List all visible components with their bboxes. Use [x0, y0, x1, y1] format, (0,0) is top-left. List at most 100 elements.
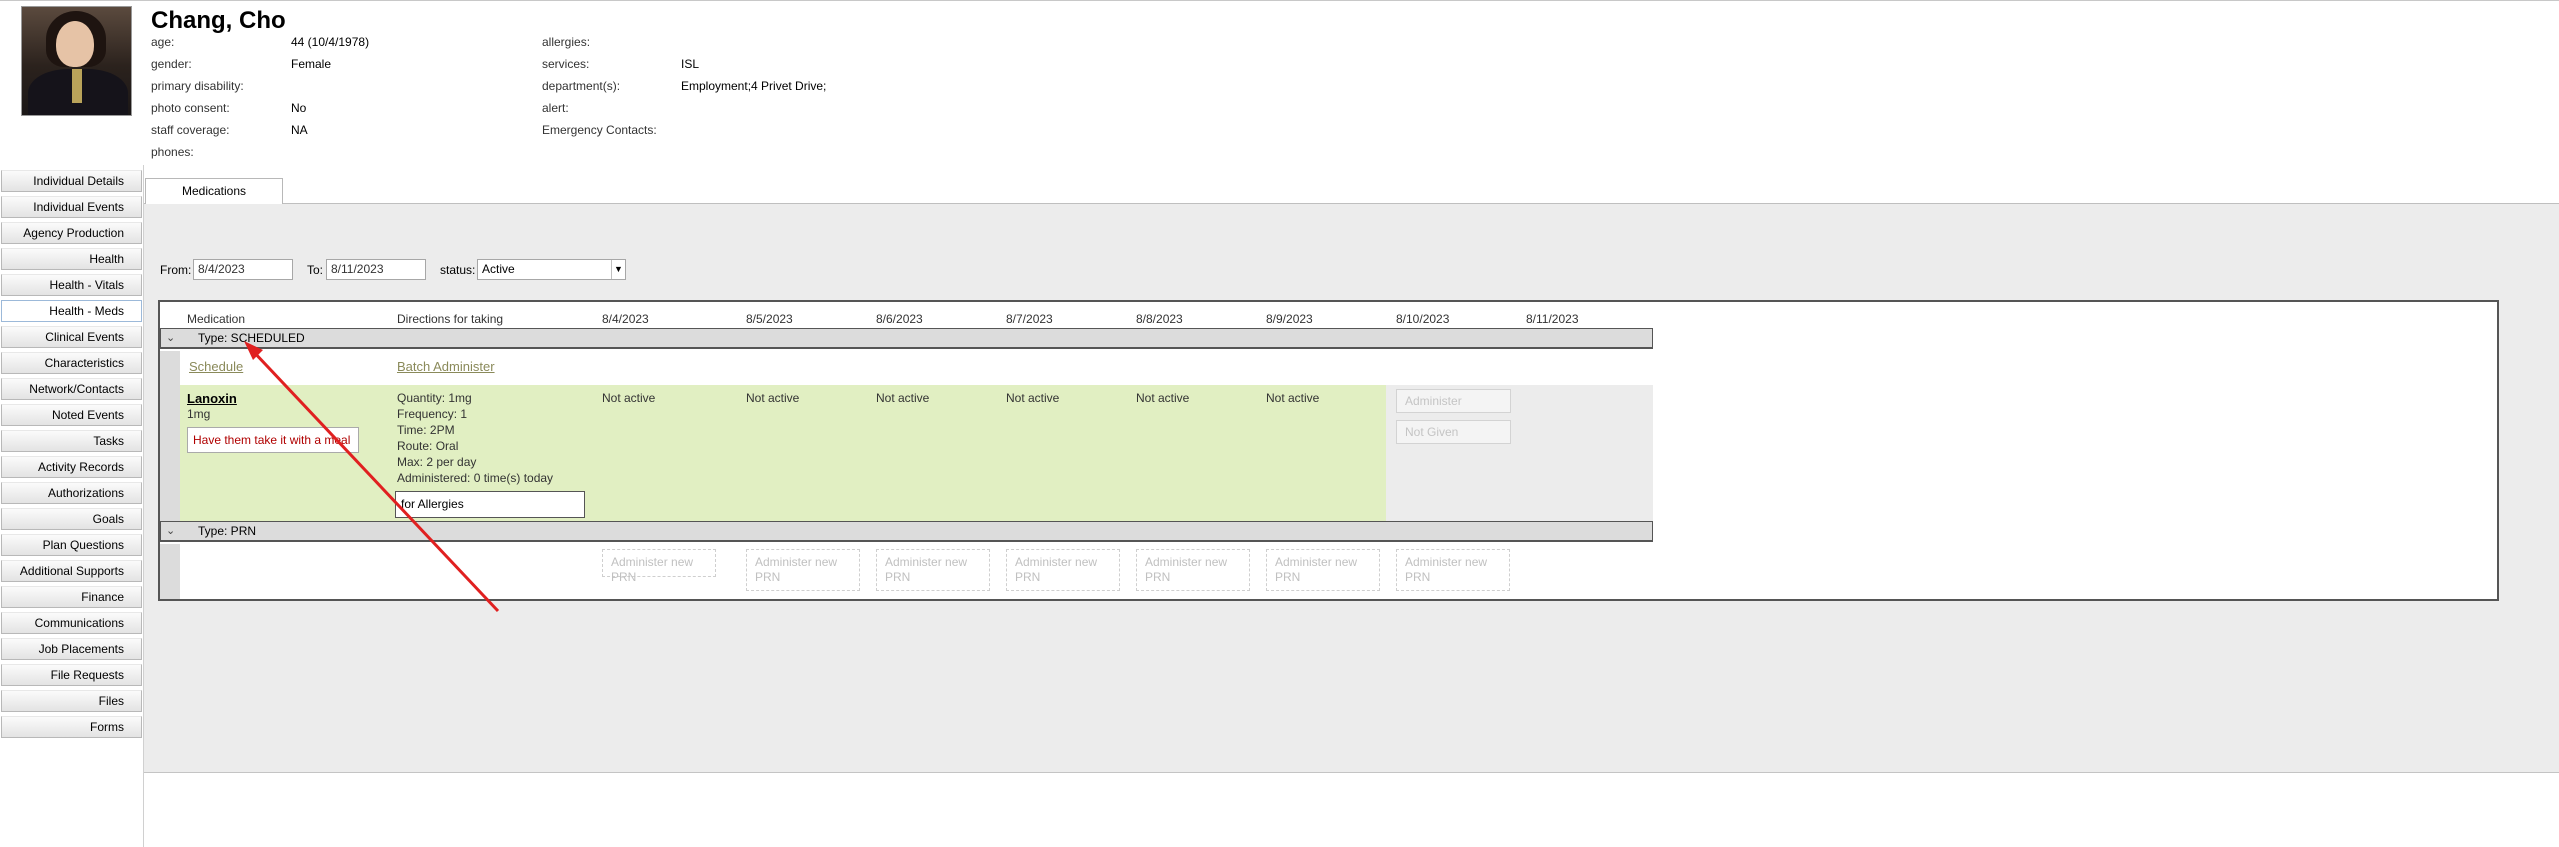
group-prn-label: Type: PRN: [198, 524, 257, 538]
gender-label: gender:: [151, 57, 192, 71]
administer-new-prn-button[interactable]: Administer new PRN: [1266, 549, 1380, 591]
col-date: 8/4/2023: [602, 312, 649, 326]
group-gutter: [160, 351, 180, 521]
main-content: Medications From: 8/4/2023 To: 8/11/2023…: [143, 165, 2559, 847]
medication-dose: 1mg: [187, 407, 211, 421]
patient-name: Chang, Cho: [151, 7, 286, 34]
administer-new-prn-button[interactable]: Administer new PRN: [746, 549, 860, 591]
nav-goals[interactable]: Goals: [1, 508, 142, 530]
administer-button[interactable]: Administer: [1396, 389, 1511, 413]
group-scheduled-label: Type: SCHEDULED: [198, 331, 305, 345]
nav-additional-supports[interactable]: Additional Supports: [1, 560, 142, 582]
direction-time: Time: 2PM: [397, 423, 455, 437]
col-medication: Medication: [187, 312, 246, 326]
nav-tasks[interactable]: Tasks: [1, 430, 142, 452]
age-label: age:: [151, 35, 175, 49]
chevron-down-icon[interactable]: ⌄: [166, 522, 175, 541]
status-select[interactable]: Active ▼: [477, 259, 626, 280]
departments-value: Employment;4 Privet Drive;: [681, 79, 827, 93]
nav-noted-events[interactable]: Noted Events: [1, 404, 142, 426]
col-directions: Directions for taking: [397, 312, 504, 326]
photo-consent-label: photo consent:: [151, 101, 230, 115]
departments-label: department(s):: [542, 79, 621, 93]
staff-coverage-label: staff coverage:: [151, 123, 230, 137]
schedule-link[interactable]: Schedule: [189, 359, 243, 374]
nav-health[interactable]: Health: [1, 248, 142, 270]
to-label: To:: [307, 263, 324, 277]
administer-new-prn-button[interactable]: Administer new PRN: [876, 549, 990, 591]
from-date-input[interactable]: 8/4/2023: [193, 259, 293, 280]
nav-network-contacts[interactable]: Network/Contacts: [1, 378, 142, 400]
phones-label: phones:: [151, 145, 194, 159]
day-status: Not active: [1266, 391, 1320, 405]
direction-frequency: Frequency: 1: [397, 407, 468, 421]
nav-health-meds[interactable]: Health - Meds: [1, 300, 142, 322]
nav-individual-events[interactable]: Individual Events: [1, 196, 142, 218]
direction-route: Route: Oral: [397, 439, 459, 453]
medication-row: [180, 385, 1386, 521]
group-scheduled-header[interactable]: ⌄ Type: SCHEDULED: [160, 328, 1653, 349]
nav-clinical-events[interactable]: Clinical Events: [1, 326, 142, 348]
direction-max: Max: 2 per day: [397, 455, 477, 469]
nav-job-placements[interactable]: Job Placements: [1, 638, 142, 660]
nav-authorizations[interactable]: Authorizations: [1, 482, 142, 504]
nav-plan-questions[interactable]: Plan Questions: [1, 534, 142, 556]
from-label: From:: [160, 263, 192, 277]
administer-new-prn-button[interactable]: Administer new PRN: [1136, 549, 1250, 591]
emergency-contacts-label: Emergency Contacts:: [542, 123, 657, 137]
medication-note: Have them take it with a meal: [187, 427, 359, 453]
nav-agency-production[interactable]: Agency Production: [1, 222, 142, 244]
chevron-down-icon[interactable]: ▼: [611, 260, 625, 279]
medication-reason: for Allergies: [395, 491, 585, 518]
to-date-input[interactable]: 8/11/2023: [326, 259, 426, 280]
administer-new-prn-button[interactable]: Administer new PRN: [1396, 549, 1510, 591]
nav-individual-details[interactable]: Individual Details: [1, 170, 142, 192]
nav-characteristics[interactable]: Characteristics: [1, 352, 142, 374]
tab-medications[interactable]: Medications: [145, 178, 283, 204]
top-border: [0, 0, 2559, 1]
col-date: 8/11/2023: [1526, 312, 1579, 326]
services-value: ISL: [681, 57, 700, 71]
medications-grid: Medication Directions for taking 8/4/202…: [158, 300, 2499, 601]
staff-coverage-value: NA: [291, 123, 308, 137]
nav-file-requests[interactable]: File Requests: [1, 664, 142, 686]
not-given-button[interactable]: Not Given: [1396, 420, 1511, 444]
day-status: Not active: [602, 391, 656, 405]
batch-administer-link[interactable]: Batch Administer: [397, 359, 495, 374]
patient-photo: [21, 6, 132, 116]
medications-panel: From: 8/4/2023 To: 8/11/2023 status: Act…: [144, 203, 2559, 773]
status-value: Active: [482, 262, 515, 276]
group-gutter: [160, 544, 180, 599]
primary-disability-label: primary disability:: [151, 79, 244, 93]
day-status: Not active: [746, 391, 800, 405]
nav-files[interactable]: Files: [1, 690, 142, 712]
alert-label: alert:: [542, 101, 569, 115]
left-navigation: Individual Details Individual Events Age…: [1, 170, 142, 742]
allergies-label: allergies:: [542, 35, 591, 49]
nav-activity-records[interactable]: Activity Records: [1, 456, 142, 478]
photo-consent-value: No: [291, 101, 307, 115]
direction-administered: Administered: 0 time(s) today: [397, 471, 554, 485]
administer-new-prn-button[interactable]: Administer new PRN: [1006, 549, 1120, 591]
group-prn-header[interactable]: ⌄ Type: PRN: [160, 521, 1653, 542]
col-date: 8/10/2023: [1396, 312, 1450, 326]
direction-quantity: Quantity: 1mg: [397, 391, 472, 405]
medication-name-link[interactable]: Lanoxin: [187, 391, 237, 406]
day-status: Not active: [876, 391, 930, 405]
chevron-down-icon[interactable]: ⌄: [166, 329, 175, 348]
nav-finance[interactable]: Finance: [1, 586, 142, 608]
nav-health-vitals[interactable]: Health - Vitals: [1, 274, 142, 296]
col-date: 8/6/2023: [876, 312, 923, 326]
nav-communications[interactable]: Communications: [1, 612, 142, 634]
col-date: 8/5/2023: [746, 312, 793, 326]
administer-new-prn-button[interactable]: Administer new PRN: [602, 549, 716, 584]
col-date: 8/7/2023: [1006, 312, 1053, 326]
services-label: services:: [542, 57, 590, 71]
col-date: 8/8/2023: [1136, 312, 1183, 326]
day-status: Not active: [1136, 391, 1190, 405]
status-label: status:: [440, 263, 476, 277]
day-status: Not active: [1006, 391, 1060, 405]
age-value: 44 (10/4/1978): [291, 35, 370, 49]
col-date: 8/9/2023: [1266, 312, 1313, 326]
nav-forms[interactable]: Forms: [1, 716, 142, 738]
